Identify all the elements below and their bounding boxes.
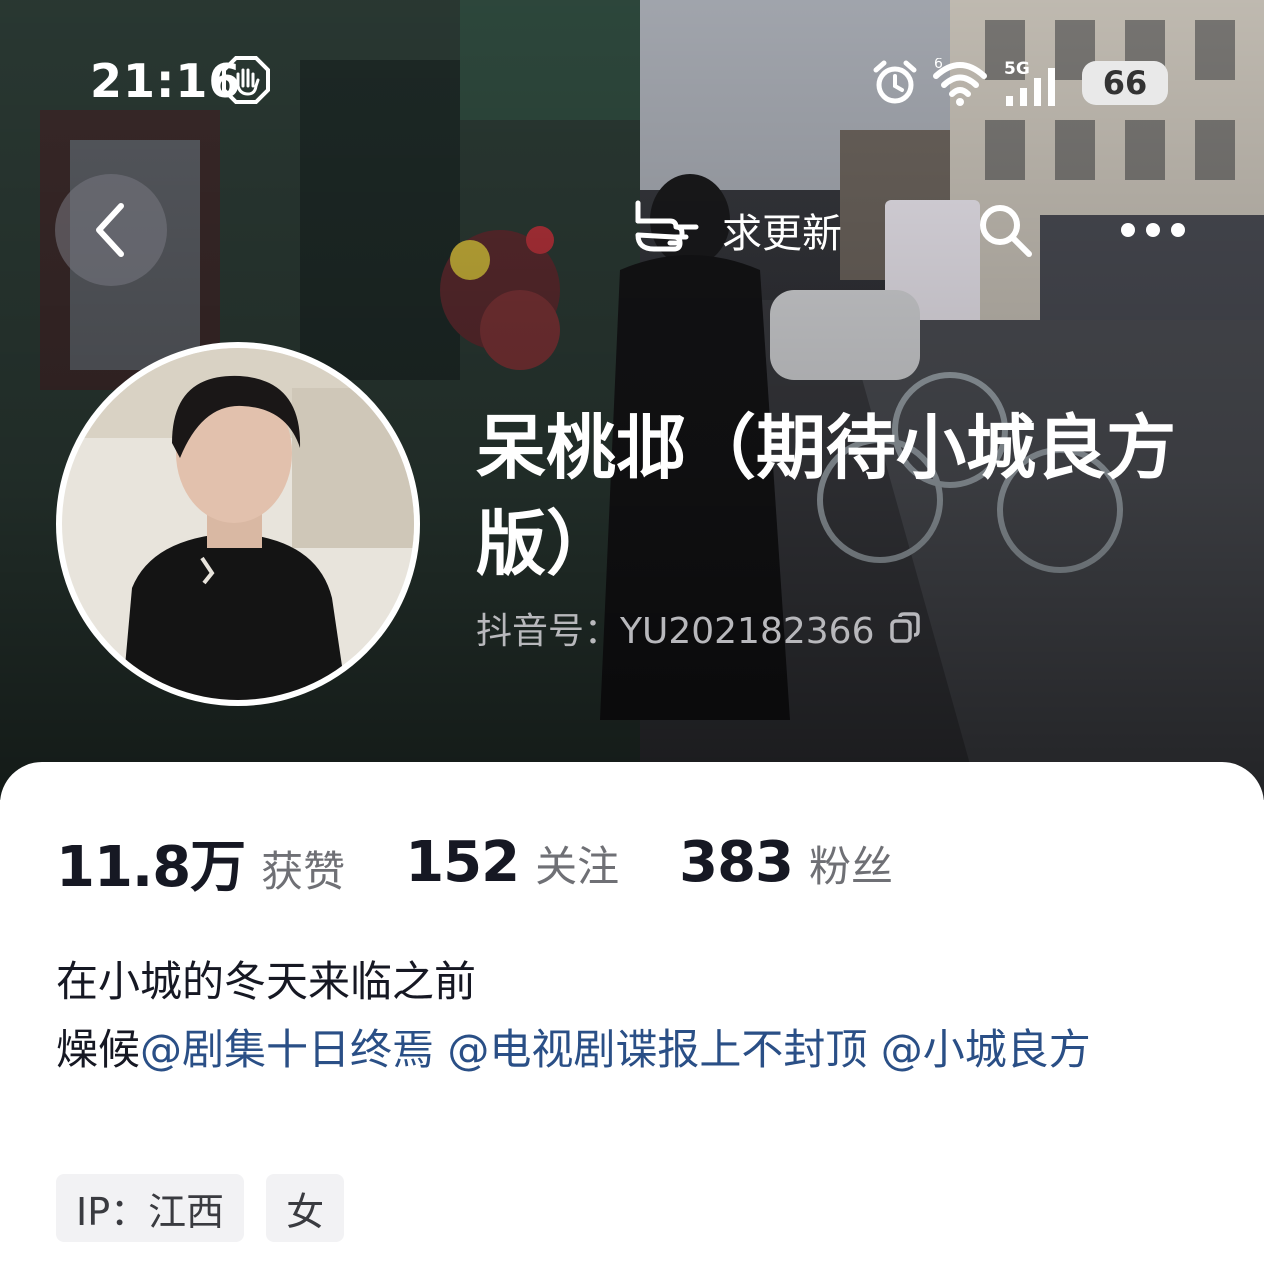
douyin-id-text: 抖音号：YU202182366 [476,611,875,652]
wifi-badge: 6 [934,58,943,72]
pointing-hand-icon [635,200,699,252]
stat-followers-value: 383 [679,830,794,895]
alarm-icon [873,60,917,104]
battery-indicator: 66 [1082,61,1168,105]
bio-prefix: 燥候 [56,1025,141,1074]
mention-link-2[interactable]: @电视剧谍报上不封顶 [447,1025,867,1074]
stat-following[interactable]: 152 关注 [405,830,619,895]
profile-nav-bar: 求更新 [0,170,1264,290]
stat-followers[interactable]: 383 粉丝 [679,830,893,895]
status-icons: 6 5G 66 [872,54,1168,112]
stat-following-value: 152 [405,830,520,895]
chevron-left-icon [96,203,124,257]
tag-ip-location: IP：江西 [56,1174,245,1242]
avatar-photo [62,348,414,700]
profile-cover: 21:16 6 5G 66 求更新 呆桃邶（期待小城良方版） 抖音号：YU202… [0,0,1264,800]
mention-link-1[interactable]: @剧集十日终焉 [140,1025,434,1074]
profile-tags: IP：江西 女 [56,1174,345,1242]
tag-gender: 女 [266,1174,345,1242]
stat-likes-label: 获赞 [261,847,346,896]
more-icon [1121,223,1185,237]
search-icon [980,205,1032,257]
bio-line-2: 燥候@剧集十日终焉 @电视剧谍报上不封顶 @小城良方 [56,1016,1216,1084]
request-update-button[interactable]: 求更新 [630,190,842,270]
search-button[interactable] [965,190,1045,270]
profile-info-card: 11.8万 获赞 152 关注 383 粉丝 在小城的冬天来临之前 燥候@剧集十… [0,762,1264,1281]
more-button[interactable] [1108,190,1198,270]
request-update-label: 求更新 [722,211,842,257]
stat-likes-value: 11.8万 [56,835,246,900]
wifi-icon: 6 [933,58,987,106]
profile-stats: 11.8万 获赞 152 关注 383 粉丝 [56,822,953,903]
signal-icon: 5G [1004,59,1055,106]
profile-bio: 在小城的冬天来临之前 燥候@剧集十日终焉 @电视剧谍报上不封顶 @小城良方 [56,948,1216,1084]
douyin-id: 抖音号：YU202182366 [476,602,922,654]
stat-followers-label: 粉丝 [809,842,894,891]
profile-nickname: 呆桃邶（期待小城良方版） [476,407,1176,585]
status-bar: 21:16 6 5G 66 [0,48,1264,118]
stat-following-label: 关注 [535,842,620,891]
back-button[interactable] [55,174,167,286]
stat-likes[interactable]: 11.8万 获赞 [56,822,345,903]
bio-line-1: 在小城的冬天来临之前 [56,957,477,1006]
status-time: 21:16 [90,54,242,108]
copy-icon[interactable] [888,611,922,645]
network-type: 5G [1004,59,1030,79]
hand-icon [222,56,270,104]
mention-link-3[interactable]: @小城良方 [881,1025,1091,1074]
avatar[interactable] [56,342,420,706]
